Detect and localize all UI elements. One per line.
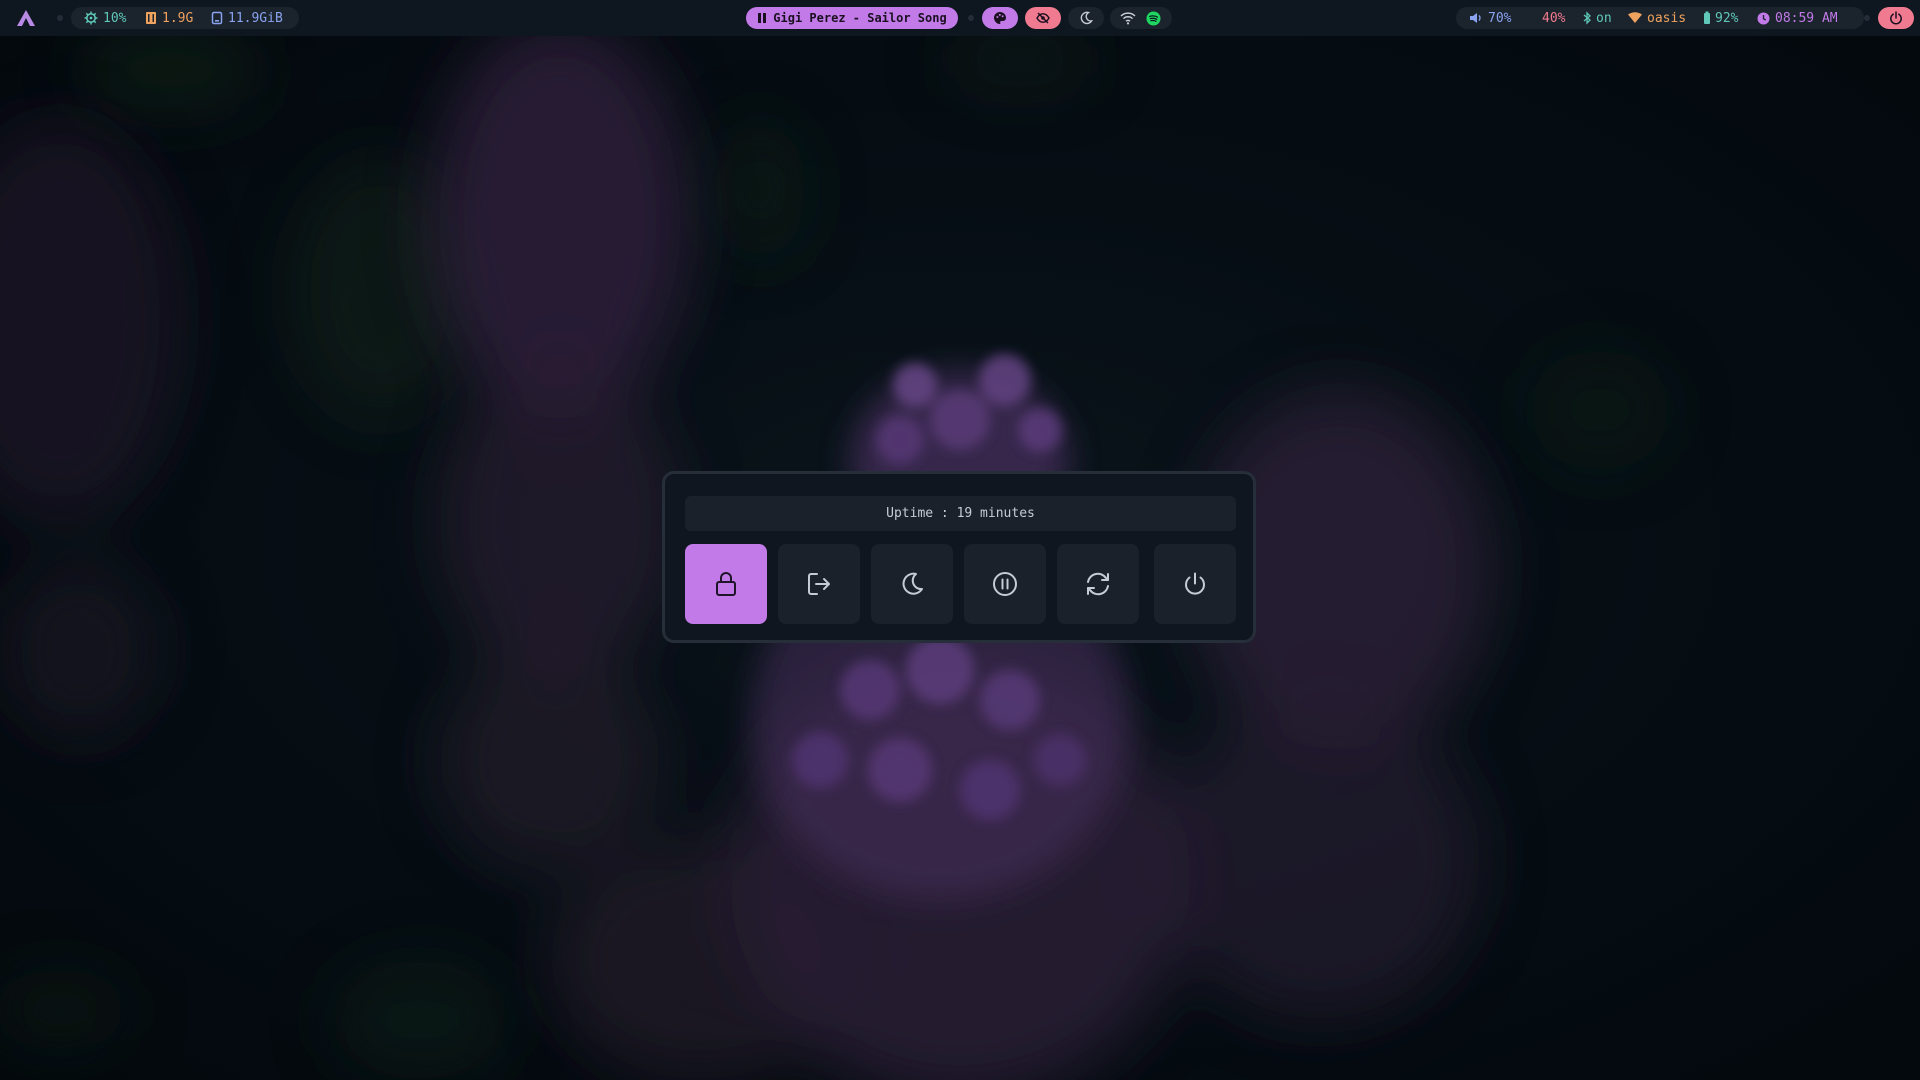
volume-value: 70% [1488, 10, 1512, 26]
refresh-icon [1087, 572, 1109, 596]
wifi-icon [1120, 12, 1136, 25]
spotify-tray-button[interactable] [1146, 0, 1161, 36]
cpu-icon [84, 11, 98, 25]
eye-off-icon [1036, 12, 1050, 24]
wifi-tray-button[interactable] [1120, 0, 1136, 36]
memory-icon [145, 11, 157, 25]
volume-control[interactable]: 70% [1469, 0, 1511, 36]
wifi-signal-icon [1628, 12, 1642, 24]
separator-dot [1864, 15, 1870, 21]
brightness-moon-icon [1527, 11, 1537, 25]
idle-inhibitor-button[interactable] [1025, 7, 1061, 29]
disk-usage[interactable]: 11.9GiB [211, 0, 283, 36]
suspend-button[interactable] [871, 544, 953, 624]
network-status[interactable]: oasis [1628, 0, 1686, 36]
memory-usage[interactable]: 1.9G [145, 0, 193, 36]
hibernate-button[interactable] [964, 544, 1046, 624]
disk-value: 11.9GiB [228, 10, 283, 26]
power-icon [1185, 572, 1205, 595]
spotify-icon [1146, 11, 1161, 25]
logout-icon [808, 573, 830, 595]
media-player[interactable]: Gigi Perez - Sailor Song [746, 7, 958, 29]
palette-icon [994, 12, 1006, 24]
disk-icon [211, 11, 223, 25]
clock-icon [1757, 12, 1770, 25]
brightness-control[interactable]: 40% [1527, 0, 1565, 36]
brightness-value: 40% [1542, 10, 1566, 26]
separator-dot [57, 15, 63, 21]
battery-icon [1703, 11, 1711, 25]
launcher-button[interactable] [16, 0, 36, 36]
logout-button[interactable] [778, 544, 860, 624]
pause-icon [757, 12, 767, 24]
volume-icon [1469, 11, 1483, 25]
reboot-button[interactable] [1057, 544, 1139, 624]
separator-dot [968, 15, 974, 21]
clock[interactable]: 08:59 AM [1757, 0, 1838, 36]
network-name: oasis [1647, 10, 1687, 26]
cpu-usage[interactable]: 10% [84, 0, 126, 36]
shutdown-button[interactable] [1154, 544, 1236, 624]
night-mode-button[interactable] [1068, 7, 1104, 29]
moon-icon [902, 572, 923, 595]
bluetooth-status: on [1596, 10, 1612, 26]
power-icon [1890, 11, 1902, 25]
moon-icon [1080, 11, 1093, 25]
uptime-label: Uptime : 19 minutes [685, 496, 1236, 531]
lock-icon [716, 572, 736, 596]
memory-value: 1.9G [162, 10, 194, 26]
lock-button[interactable] [685, 544, 767, 624]
clock-value: 08:59 AM [1775, 10, 1838, 26]
bluetooth-icon [1582, 11, 1592, 25]
battery-status[interactable]: 92% [1703, 0, 1738, 36]
power-menu: Uptime : 19 minutes [662, 471, 1256, 643]
top-bar: 10% 1.9G 11.9GiB Gigi Perez - Sailor Son… [0, 0, 1920, 36]
theme-button[interactable] [982, 7, 1018, 29]
media-title: Gigi Perez - Sailor Song [773, 11, 947, 25]
pause-circle-icon [993, 572, 1017, 596]
cpu-value: 10% [103, 10, 127, 26]
arch-logo-icon [17, 10, 35, 26]
bluetooth-control[interactable]: on [1582, 0, 1612, 36]
power-menu-button[interactable] [1878, 7, 1914, 29]
battery-value: 92% [1715, 10, 1739, 26]
